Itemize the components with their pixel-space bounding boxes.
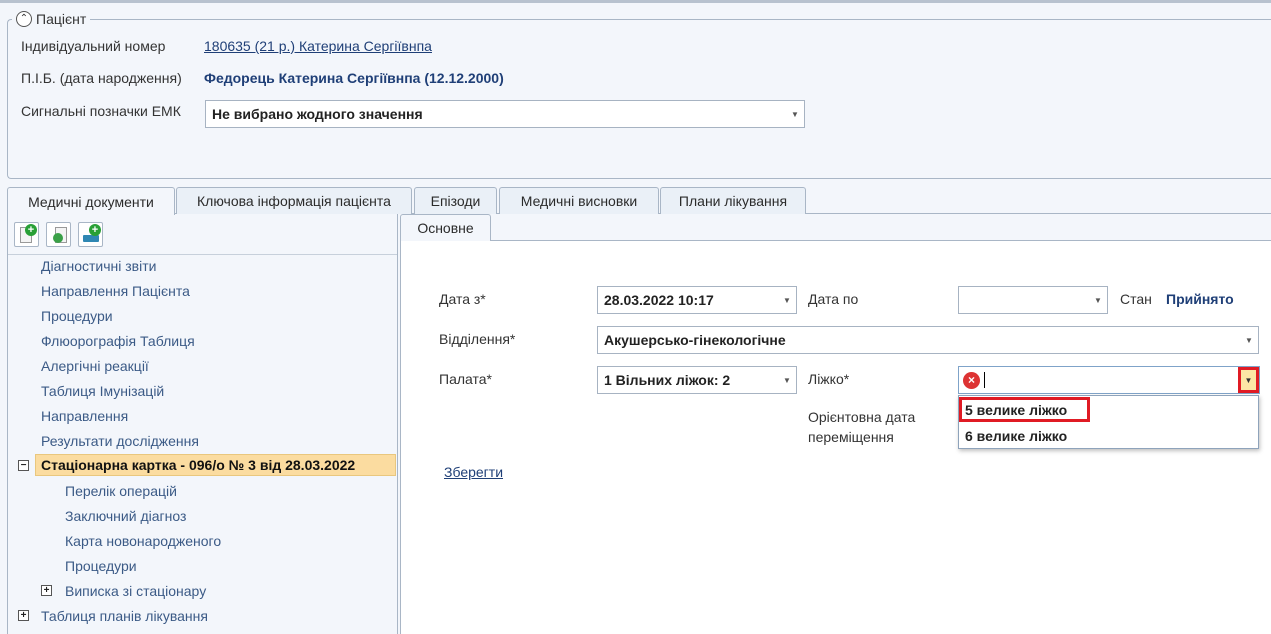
- tab-label: Основне: [417, 220, 474, 236]
- patient-name-value: Федорець Катерина Сергіївнпа (12.12.2000…: [204, 70, 504, 86]
- toolbar-divider: [8, 254, 397, 255]
- dropdown-arrow-button[interactable]: ▼: [1238, 367, 1259, 393]
- department-value: Акушерсько-гінекологічне: [604, 332, 786, 348]
- collapse-icon[interactable]: ⌃: [16, 11, 32, 27]
- date-from-value: 28.03.2022 10:17: [604, 292, 714, 308]
- ward-combobox[interactable]: 1 Вільних ліжок: 2 ▼: [597, 366, 797, 394]
- bed-label: Ліжко*: [808, 371, 850, 387]
- plus-icon: +: [89, 224, 101, 236]
- chevron-down-icon[interactable]: ▼: [1240, 327, 1258, 353]
- tab-label: Медичні висновки: [520, 193, 638, 209]
- tab-label: Медичні документи: [28, 193, 154, 210]
- document-editor: Основне Дата з* 28.03.2022 10:17 ▼ Дата …: [400, 214, 1271, 634]
- department-label: Відділення*: [439, 331, 516, 347]
- status-label: Стан: [1120, 291, 1152, 307]
- tree-child-item[interactable]: Заключний діагноз: [65, 508, 186, 524]
- tree-item[interactable]: Таблиця Імунізацій: [41, 383, 164, 399]
- signals-label: Сигнальні позначки ЕМК: [21, 103, 181, 119]
- add-document-button[interactable]: +: [14, 222, 39, 247]
- tab-medical-conclusions[interactable]: Медичні висновки: [499, 187, 659, 214]
- tree-item[interactable]: Направлення Пацієнта: [41, 283, 190, 299]
- window-top-border: [0, 0, 1271, 3]
- form-panel: Дата з* 28.03.2022 10:17 ▼ Дата по ▼ Ста…: [400, 240, 1271, 634]
- tree-item[interactable]: Таблиця планів лікування: [41, 608, 208, 624]
- department-combobox[interactable]: Акушерсько-гінекологічне ▼: [597, 326, 1259, 354]
- text-caret: [984, 372, 985, 388]
- chevron-down-icon[interactable]: ▼: [786, 101, 804, 127]
- save-link[interactable]: Зберегти: [444, 464, 503, 480]
- bed-combobox[interactable]: × ▼: [958, 366, 1260, 394]
- chevron-down-icon[interactable]: ▼: [778, 367, 796, 393]
- chevron-down-icon[interactable]: ▼: [778, 287, 796, 313]
- collapse-glyph: ⌃: [19, 13, 29, 24]
- date-to-field[interactable]: ▼: [958, 286, 1108, 314]
- tree-child-item[interactable]: Процедури: [65, 558, 137, 574]
- tab-main[interactable]: Основне: [400, 214, 491, 241]
- tree-child-item[interactable]: Перелік операцій: [65, 483, 177, 499]
- tree-expand-toggle[interactable]: +: [41, 585, 52, 596]
- documents-toolbar: + +: [14, 222, 103, 247]
- tab-key-info[interactable]: Ключова інформація пацієнта: [176, 187, 412, 214]
- bed-icon: [83, 235, 99, 242]
- tree-item[interactable]: Процедури: [41, 308, 113, 324]
- tab-episodes[interactable]: Епізоди: [414, 187, 497, 214]
- ward-value: 1 Вільних ліжок: 2: [604, 372, 731, 388]
- tree-expand-toggle[interactable]: +: [18, 610, 29, 621]
- patient-name-label: П.І.Б. (дата народження): [21, 70, 182, 86]
- chevron-down-icon: ▼: [1244, 375, 1253, 385]
- patient-legend-label: Пацієнт: [36, 11, 87, 27]
- add-hospitalization-button[interactable]: +: [78, 222, 103, 247]
- copy-document-button[interactable]: [46, 222, 71, 247]
- tab-treatment-plans[interactable]: Плани лікування: [660, 187, 806, 214]
- date-to-label: Дата по: [808, 291, 859, 307]
- bed-dropdown-list: 5 велике ліжко 6 велике ліжко: [958, 395, 1259, 449]
- signals-combobox[interactable]: Не вибрано жодного значення ▼: [205, 100, 805, 128]
- patient-id-link[interactable]: 180635 (21 р.) Катерина Сергіївнпа: [204, 38, 432, 54]
- error-icon: ×: [963, 371, 980, 389]
- tab-medical-documents[interactable]: Медичні документи: [7, 187, 175, 215]
- patient-id-label: Індивідуальний номер: [21, 38, 166, 54]
- tab-label: Плани лікування: [678, 193, 788, 209]
- date-from-label: Дата з*: [439, 291, 486, 307]
- ward-label: Палата*: [439, 371, 492, 387]
- tree-item[interactable]: Направлення: [41, 408, 128, 424]
- refresh-icon: [53, 233, 63, 243]
- tree-item-selected[interactable]: Стаціонарна картка - 096/о № 3 від 28.03…: [35, 454, 396, 476]
- tree-collapse-toggle[interactable]: −: [18, 460, 29, 471]
- patient-legend[interactable]: ⌃ Пацієнт: [12, 9, 91, 29]
- tab-label: Ключова інформація пацієнта: [197, 193, 391, 209]
- tree-child-item[interactable]: Виписка зі стаціонару: [65, 583, 206, 599]
- plus-icon: +: [25, 224, 37, 236]
- signals-value: Не вибрано жодного значення: [212, 106, 423, 122]
- tree-item[interactable]: Алергічні реакції: [41, 358, 149, 374]
- move-date-label-line1: Орієнтовна дата: [808, 409, 916, 425]
- tree-item[interactable]: Діагностичні звіти: [41, 258, 156, 274]
- documents-panel: + + Діагностичні звіти Направлення Паціє…: [7, 214, 398, 634]
- tab-label: Епізоди: [430, 193, 481, 209]
- status-value: Прийнято: [1166, 291, 1234, 307]
- move-date-label-line2: переміщення: [808, 429, 894, 445]
- bed-option[interactable]: 6 велике ліжко: [959, 423, 1258, 448]
- chevron-down-icon[interactable]: ▼: [1089, 287, 1107, 313]
- patient-groupbox: [7, 19, 1271, 179]
- date-from-field[interactable]: 28.03.2022 10:17 ▼: [597, 286, 797, 314]
- bed-option[interactable]: 5 велике ліжко: [959, 397, 1090, 422]
- tree-item[interactable]: Флюорографія Таблиця: [41, 333, 195, 349]
- tree-child-item[interactable]: Карта новонародженого: [65, 533, 221, 549]
- tree-item[interactable]: Результати дослідження: [41, 433, 199, 449]
